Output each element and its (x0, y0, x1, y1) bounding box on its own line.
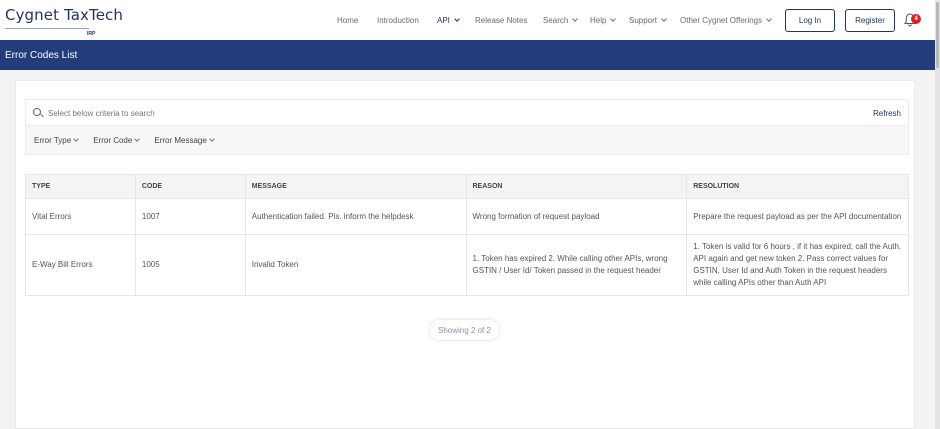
nav-release-notes[interactable]: Release Notes (475, 0, 527, 40)
cell-reason: 1. Token has expired 2. While calling ot… (465, 234, 688, 296)
brand-logo[interactable]: Cygnet TaxTech IRP (5, 6, 124, 37)
error-codes-card: Refresh Error Type Error Code Error Mess… (15, 80, 915, 429)
column-header-resolution[interactable]: RESOLUTION (686, 174, 909, 199)
table-row[interactable]: E-Way Bill Errors 1005 Invalid Token 1. … (25, 234, 909, 296)
cell-message: Invalid Token (244, 234, 467, 296)
filter-error-type-label: Error Type (34, 136, 72, 145)
search-icon (33, 108, 41, 116)
brand-sub: IRP (87, 31, 96, 37)
refresh-link[interactable]: Refresh (873, 109, 901, 118)
search-panel: Refresh Error Type Error Code Error Mess… (25, 99, 909, 155)
column-header-type[interactable]: TYPE (25, 174, 136, 199)
nav-search[interactable]: Search (543, 0, 579, 40)
nav-other-offerings-label: Other Cygnet Offerings (680, 15, 763, 25)
nav-api-label: API (437, 15, 450, 25)
chevron-down-icon (134, 136, 141, 142)
nav-support-label: Support (629, 15, 658, 25)
nav-support[interactable]: Support (629, 0, 667, 40)
filter-error-message-label: Error Message (154, 136, 207, 145)
search-input[interactable] (48, 106, 748, 120)
brand-name: Cygnet TaxTech (5, 6, 124, 24)
cell-code: 1007 (134, 198, 246, 235)
nav-api[interactable]: API (437, 0, 460, 40)
nav-home[interactable]: Home (337, 0, 358, 40)
chevron-down-icon (208, 136, 215, 142)
nav-search-label: Search (543, 15, 569, 25)
chevron-down-icon (661, 15, 667, 22)
top-header: Cygnet TaxTech IRP Home Introduction API… (0, 0, 935, 40)
filter-error-message[interactable]: Error Message (154, 136, 215, 145)
page-scrollbar[interactable] (935, 0, 940, 429)
cell-resolution: Prepare the request payload as per the A… (686, 198, 909, 235)
login-button[interactable]: Log In (785, 9, 835, 32)
nav-introduction-label: Introduction (377, 15, 419, 25)
chevron-down-icon (572, 15, 579, 22)
filter-error-code-label: Error Code (93, 136, 133, 145)
chevron-down-icon (610, 15, 617, 22)
pagination-status: Showing 2 of 2 (430, 320, 499, 340)
page-title-bar: Error Codes List (0, 40, 935, 70)
nav-introduction[interactable]: Introduction (377, 0, 419, 40)
register-button[interactable]: Register (845, 9, 895, 32)
notification-badge: 4 (911, 14, 921, 24)
filter-bar: Error Type Error Code Error Message (34, 136, 215, 145)
nav-other-offerings[interactable]: Other Cygnet Offerings (680, 0, 772, 40)
chevron-down-icon (766, 15, 772, 22)
cell-resolution: 1. Token is valid for 6 hours , if it ha… (686, 234, 909, 296)
column-header-message[interactable]: MESSAGE (244, 174, 467, 199)
table-header-row: TYPE CODE MESSAGE REASON RESOLUTION (25, 174, 909, 199)
search-row: Refresh (26, 100, 908, 126)
chevron-down-icon (73, 136, 80, 142)
cell-code: 1005 (134, 234, 246, 296)
chevron-down-icon (454, 15, 460, 22)
column-header-code[interactable]: CODE (134, 174, 246, 199)
filter-error-code[interactable]: Error Code (93, 136, 141, 145)
table-row[interactable]: Vital Errors 1007 Authentication failed.… (25, 198, 909, 235)
cell-type: Vital Errors (25, 198, 136, 235)
scrollbar-thumb[interactable] (936, 2, 939, 68)
nav-help[interactable]: Help (590, 0, 617, 40)
cell-reason: Wrong formation of request payload (465, 198, 688, 235)
nav-release-notes-label: Release Notes (475, 15, 528, 25)
nav-home-label: Home (337, 15, 359, 25)
nav-help-label: Help (590, 15, 607, 25)
cell-type: E-Way Bill Errors (25, 234, 136, 296)
page-title: Error Codes List (5, 50, 78, 61)
column-header-reason[interactable]: REASON (465, 174, 688, 199)
logo-underline (5, 28, 89, 29)
filter-error-type[interactable]: Error Type (34, 136, 80, 145)
error-codes-table: TYPE CODE MESSAGE REASON RESOLUTION Vita… (25, 174, 909, 296)
cell-message: Authentication failed. Pls. inform the h… (244, 198, 467, 235)
